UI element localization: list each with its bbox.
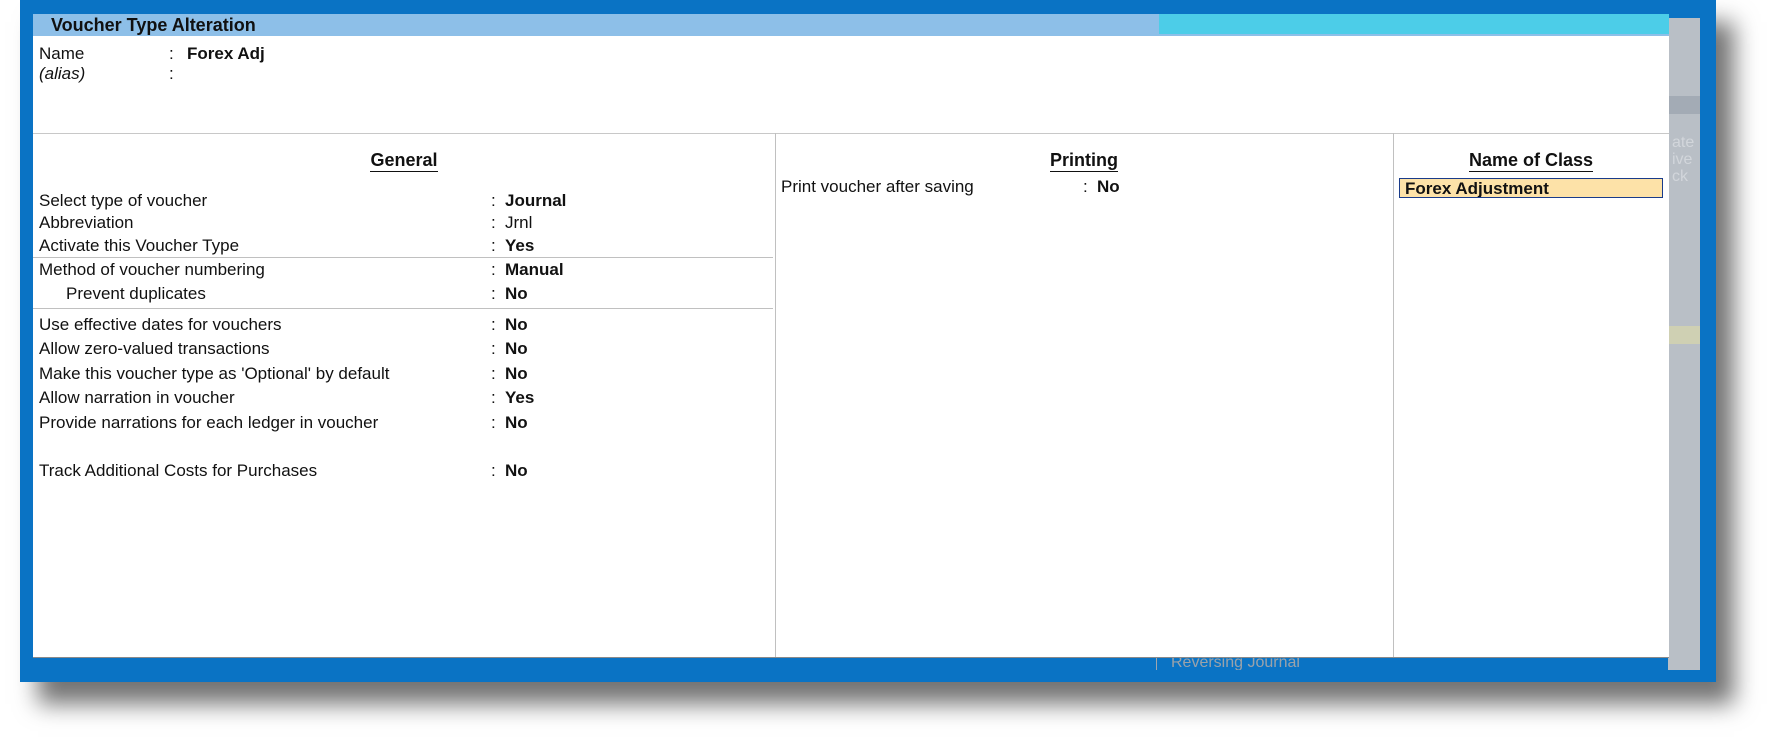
titlebar-accent bbox=[1159, 14, 1669, 34]
colon: : bbox=[169, 64, 174, 83]
background-band bbox=[1668, 326, 1700, 344]
colon: : bbox=[491, 191, 496, 210]
printing-heading: Printing bbox=[775, 150, 1393, 172]
general-row-prevent-duplicates[interactable]: Prevent duplicates : No bbox=[39, 283, 739, 305]
section-separator bbox=[33, 308, 773, 309]
row-label: Print voucher after saving bbox=[781, 177, 974, 196]
background-band bbox=[1668, 96, 1700, 114]
colon: : bbox=[1083, 177, 1088, 196]
row-label: Allow zero-valued transactions bbox=[39, 339, 270, 358]
ledger-narration-value[interactable]: No bbox=[505, 412, 528, 434]
row-label: Use effective dates for vouchers bbox=[39, 315, 282, 334]
window-titlebar: Voucher Type Alteration bbox=[33, 14, 1669, 36]
section-separator bbox=[33, 257, 773, 258]
colon: : bbox=[169, 44, 174, 63]
row-label: Track Additional Costs for Purchases bbox=[39, 461, 318, 480]
general-row-numbering-method[interactable]: Method of voucher numbering : Manual bbox=[39, 259, 739, 281]
colon: : bbox=[491, 339, 496, 358]
colon: : bbox=[491, 364, 496, 383]
class-heading: Name of Class bbox=[1393, 150, 1669, 172]
row-label: Make this voucher type as 'Optional' by … bbox=[39, 364, 390, 383]
narration-value[interactable]: Yes bbox=[505, 387, 534, 409]
optional-default-value[interactable]: No bbox=[505, 363, 528, 385]
window-title: Voucher Type Alteration bbox=[51, 15, 256, 35]
general-row-ledger-narration[interactable]: Provide narrations for each ledger in vo… bbox=[39, 412, 739, 434]
row-label: Method of voucher numbering bbox=[39, 260, 265, 279]
printing-row-after-saving[interactable]: Print voucher after saving : No bbox=[781, 176, 1181, 198]
general-heading: General bbox=[33, 150, 775, 172]
background-text: ate bbox=[1672, 134, 1695, 151]
class-name-field[interactable]: Forex Adjustment bbox=[1399, 178, 1663, 198]
colon: : bbox=[491, 461, 496, 480]
column-divider bbox=[775, 133, 776, 657]
general-heading-text: General bbox=[370, 150, 438, 172]
alias-label: (alias) bbox=[39, 64, 86, 83]
class-heading-text: Name of Class bbox=[1468, 150, 1594, 172]
general-row-effective-dates[interactable]: Use effective dates for vouchers : No bbox=[39, 314, 739, 336]
voucher-type-form: Name : Forex Adj (alias) : General Selec… bbox=[33, 36, 1669, 658]
general-row-abbreviation[interactable]: Abbreviation : Jrnl bbox=[39, 212, 739, 234]
name-field[interactable]: Forex Adj bbox=[187, 44, 265, 64]
background-text: ck bbox=[1672, 168, 1688, 185]
effective-dates-value[interactable]: No bbox=[505, 314, 528, 336]
colon: : bbox=[491, 236, 496, 255]
general-row-narration[interactable]: Allow narration in voucher : Yes bbox=[39, 387, 739, 409]
colon: : bbox=[491, 413, 496, 432]
prevent-duplicates-value[interactable]: No bbox=[505, 283, 528, 305]
general-row-optional-default[interactable]: Make this voucher type as 'Optional' by … bbox=[39, 363, 739, 385]
abbreviation-value[interactable]: Jrnl bbox=[505, 212, 532, 234]
background-window: ate ive ck bbox=[1668, 18, 1700, 670]
general-row-zero-valued[interactable]: Allow zero-valued transactions : No bbox=[39, 338, 739, 360]
row-label: Abbreviation bbox=[39, 213, 134, 232]
row-label: Prevent duplicates bbox=[66, 284, 206, 303]
divider bbox=[33, 133, 1669, 134]
name-label: Name bbox=[39, 44, 85, 63]
colon: : bbox=[491, 315, 496, 334]
column-divider bbox=[1393, 133, 1394, 657]
general-row-voucher-type[interactable]: Select type of voucher : Journal bbox=[39, 190, 739, 212]
colon: : bbox=[491, 388, 496, 407]
colon: : bbox=[491, 213, 496, 232]
activate-value[interactable]: Yes bbox=[505, 235, 534, 257]
colon: : bbox=[491, 260, 496, 279]
additional-costs-value[interactable]: No bbox=[505, 460, 528, 482]
background-item: Reversing Journal bbox=[1156, 656, 1511, 670]
voucher-type-value[interactable]: Journal bbox=[505, 190, 566, 212]
row-label: Provide narrations for each ledger in vo… bbox=[39, 413, 379, 432]
zero-valued-value[interactable]: No bbox=[505, 338, 528, 360]
printing-heading-text: Printing bbox=[1050, 150, 1118, 172]
general-row-additional-costs[interactable]: Track Additional Costs for Purchases : N… bbox=[39, 460, 739, 482]
row-label: Activate this Voucher Type bbox=[39, 236, 240, 255]
row-label: Allow narration in voucher bbox=[39, 388, 235, 407]
background-text: ive bbox=[1672, 151, 1693, 168]
numbering-method-value[interactable]: Manual bbox=[505, 259, 564, 281]
row-label: Select type of voucher bbox=[39, 191, 208, 210]
colon: : bbox=[491, 284, 496, 303]
print-after-saving-value[interactable]: No bbox=[1097, 176, 1120, 198]
general-row-activate[interactable]: Activate this Voucher Type : Yes bbox=[39, 235, 739, 257]
